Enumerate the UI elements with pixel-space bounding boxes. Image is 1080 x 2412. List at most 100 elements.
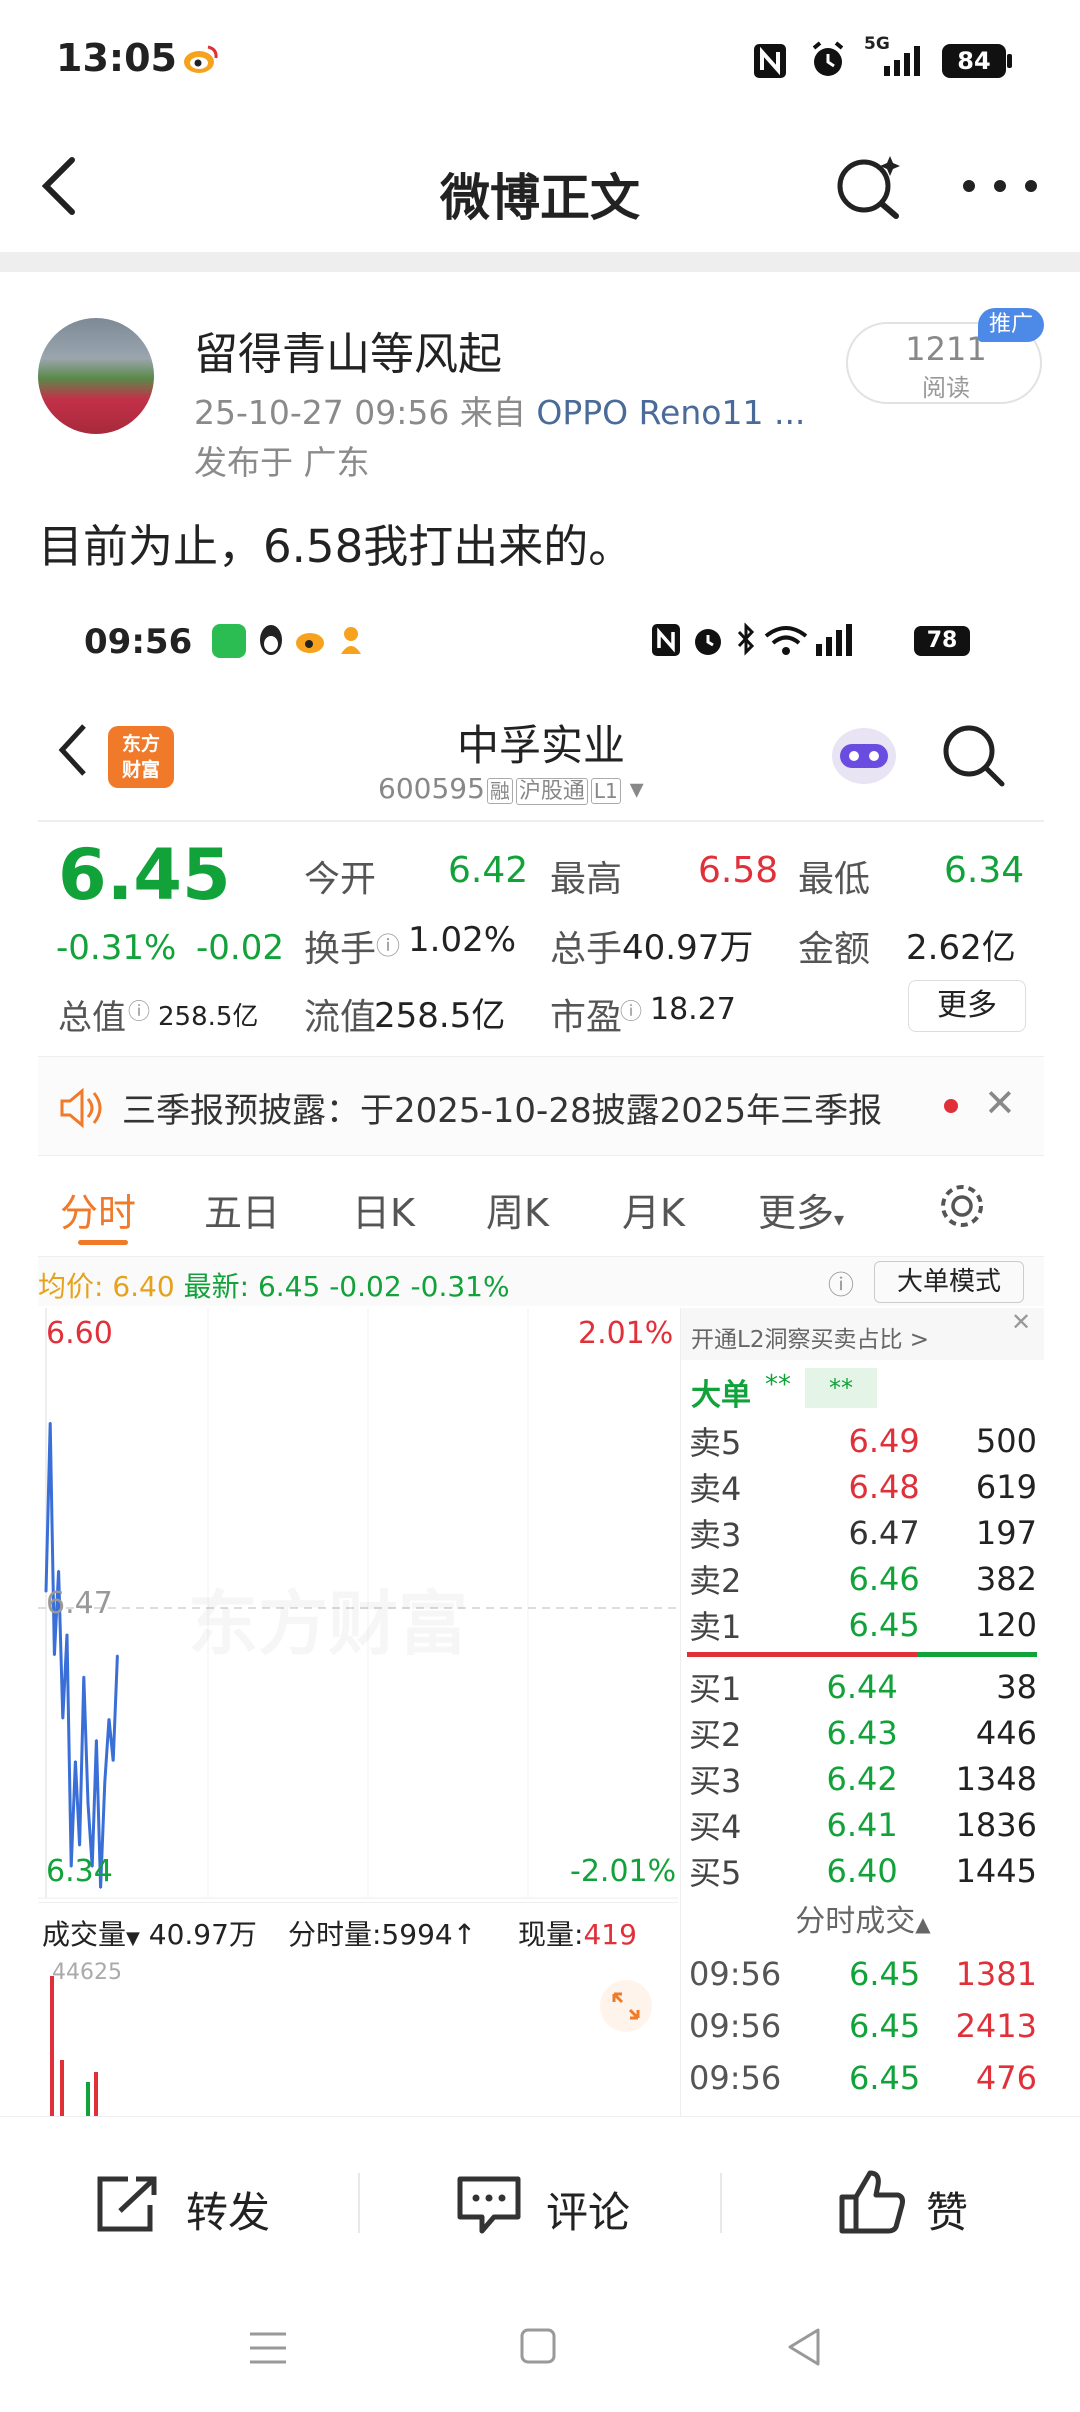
share-icon [97, 2176, 157, 2232]
price-point [108, 1717, 110, 1720]
y-top-label: 6.60 [46, 1316, 113, 1351]
app-header: 微博正文 [0, 120, 1080, 252]
weibo-small-icon [296, 633, 324, 653]
tab-five-day[interactable]: 五日 [204, 1182, 280, 1237]
speaker-icon [60, 1087, 102, 1129]
tab-more[interactable]: 更多▾ [758, 1182, 844, 1237]
alarm-icon [812, 41, 844, 76]
order-price: 6.47 [848, 1514, 920, 1552]
l2-promo[interactable]: 开通L2洞察买卖占比 > ✕ [681, 1308, 1044, 1360]
order-price: 6.43 [826, 1714, 898, 1752]
intraday-chart[interactable]: 东方财富 6.60 6.47 6.34 2.01% -2.01% 成交量▼ 40… [38, 1308, 678, 2120]
volume-label[interactable]: 成交量 [42, 1918, 126, 1951]
order-price: 6.41 [826, 1806, 898, 1844]
comment-button[interactable]: 评论 [456, 2167, 676, 2239]
close-icon[interactable]: ✕ [984, 1081, 1016, 1125]
info-icon[interactable]: ⓘ [128, 994, 150, 1026]
image-status-time: 09:56 [84, 622, 193, 662]
pct-top-label: 2.01% [578, 1316, 674, 1351]
back-nav-icon[interactable] [784, 2326, 824, 2368]
order-label: 卖5 [689, 1424, 742, 1462]
read-label: 阅读 [922, 374, 970, 402]
info-icon[interactable]: ⓘ [620, 994, 642, 1026]
recent-apps-icon[interactable] [246, 2328, 290, 2368]
order-qty: 1445 [955, 1852, 1037, 1890]
divider [0, 252, 1080, 272]
more-icon[interactable] [960, 178, 1040, 194]
robot-assistant-icon[interactable] [824, 716, 904, 792]
tick-qty: 1381 [955, 1955, 1037, 1993]
order-qty: 120 [975, 1606, 1037, 1644]
amount-value: 2.62亿 [906, 928, 1016, 968]
tab-indicator [78, 1240, 128, 1245]
avatar[interactable] [38, 318, 154, 434]
stock-search-icon[interactable] [938, 720, 1008, 790]
change-abs: -0.02 [196, 928, 284, 968]
order-qty: 500 [975, 1422, 1037, 1460]
divider [38, 820, 1044, 822]
settings-icon[interactable] [936, 1180, 988, 1232]
repost-label: 转发 [186, 2188, 271, 2237]
tab-more-label: 更多 [758, 1191, 835, 1235]
price-point [57, 1569, 60, 1572]
price-point [49, 1421, 51, 1424]
system-nav-bar [0, 2288, 1080, 2412]
high-label: 最高 [550, 859, 623, 900]
order-label: 买1 [689, 1670, 742, 1708]
more-stats-button[interactable]: 更多 [908, 980, 1026, 1032]
username[interactable]: 留得青山等风起 [194, 318, 502, 382]
tick-row: 09:56 6.45 476 [681, 2052, 1044, 2104]
price-point [83, 1675, 85, 1678]
tick-price: 6.45 [848, 2007, 921, 2045]
order-price: 6.40 [826, 1852, 898, 1890]
price-point [62, 1717, 64, 1720]
latest-change: -0.02 [329, 1270, 402, 1303]
order-price: 6.45 [848, 1606, 920, 1644]
avg-value: 6.40 [112, 1270, 175, 1303]
device-link[interactable]: OPPO Reno11 ... [536, 393, 805, 432]
order-label: 卖3 [689, 1516, 742, 1554]
tick-price: 6.45 [848, 1955, 921, 1993]
order-qty: 382 [975, 1560, 1037, 1598]
bluetooth-icon [737, 622, 755, 656]
home-icon[interactable] [518, 2326, 558, 2366]
order-price: 6.42 [826, 1760, 898, 1798]
ticks-header[interactable]: 分时成交▲ [681, 1896, 1044, 1940]
tab-weekly-k[interactable]: 周K [486, 1182, 549, 1237]
turnover-value: 1.02% [408, 920, 517, 960]
low-value: 6.34 [944, 850, 1025, 891]
help-icon[interactable]: ⓘ [828, 1265, 854, 1302]
order-price: 6.46 [848, 1560, 920, 1598]
y-mid-label: 6.47 [46, 1586, 113, 1621]
tab-daily-k[interactable]: 日K [352, 1182, 415, 1237]
big-order-mode-button[interactable]: 大单模式 [874, 1261, 1024, 1303]
y-bottom-label: 6.34 [46, 1854, 113, 1889]
notice-bar[interactable]: 三季报预披露：于2025-10-28披露2025年三季报 ✕ [38, 1056, 1044, 1156]
info-icon[interactable]: ⓘ [376, 926, 400, 961]
sell-ratio-bar [687, 1652, 917, 1657]
tab-intraday[interactable]: 分时 [60, 1182, 136, 1237]
like-button[interactable]: 赞 [838, 2167, 1018, 2239]
price-point [78, 1844, 81, 1847]
post-image[interactable]: 09:56 78 东方 财富 中孚实业 600595 融沪股通 L1 ▾ 6.45 … [38, 590, 1044, 2120]
expand-chart-button[interactable] [600, 1980, 652, 2032]
close-icon[interactable]: ✕ [1011, 1308, 1031, 1336]
minute-volume: 分时量:5994↑ [288, 1918, 477, 1951]
sell-table: 卖5 6.49 500 卖4 6.48 619 卖3 6.47 197 卖2 6.46 382 … [681, 1418, 1044, 1648]
tab-monthly-k[interactable]: 月K [622, 1182, 685, 1237]
order-label: 卖1 [689, 1608, 742, 1646]
order-price: 6.48 [848, 1468, 920, 1506]
status-time: 13:05 [56, 36, 177, 80]
repost-button[interactable]: 转发 [94, 2167, 314, 2239]
order-label: 卖4 [689, 1470, 742, 1508]
notice-text: 三季报预披露：于2025-10-28披露2025年三季报 [122, 1091, 883, 1131]
high-value: 6.58 [698, 850, 779, 891]
tick-row: 09:56 6.45 2413 [681, 2000, 1044, 2052]
order-qty: 1348 [955, 1760, 1037, 1798]
current-price: 6.45 [58, 834, 231, 916]
search-icon[interactable] [832, 150, 904, 222]
tick-time: 09:56 [689, 2007, 782, 2045]
tag-connect: 沪股通 [515, 778, 588, 805]
image-battery-level: 78 [926, 628, 958, 653]
chart-tabs: 分时 五日 日K 周K 月K 更多▾ [38, 1156, 1044, 1256]
